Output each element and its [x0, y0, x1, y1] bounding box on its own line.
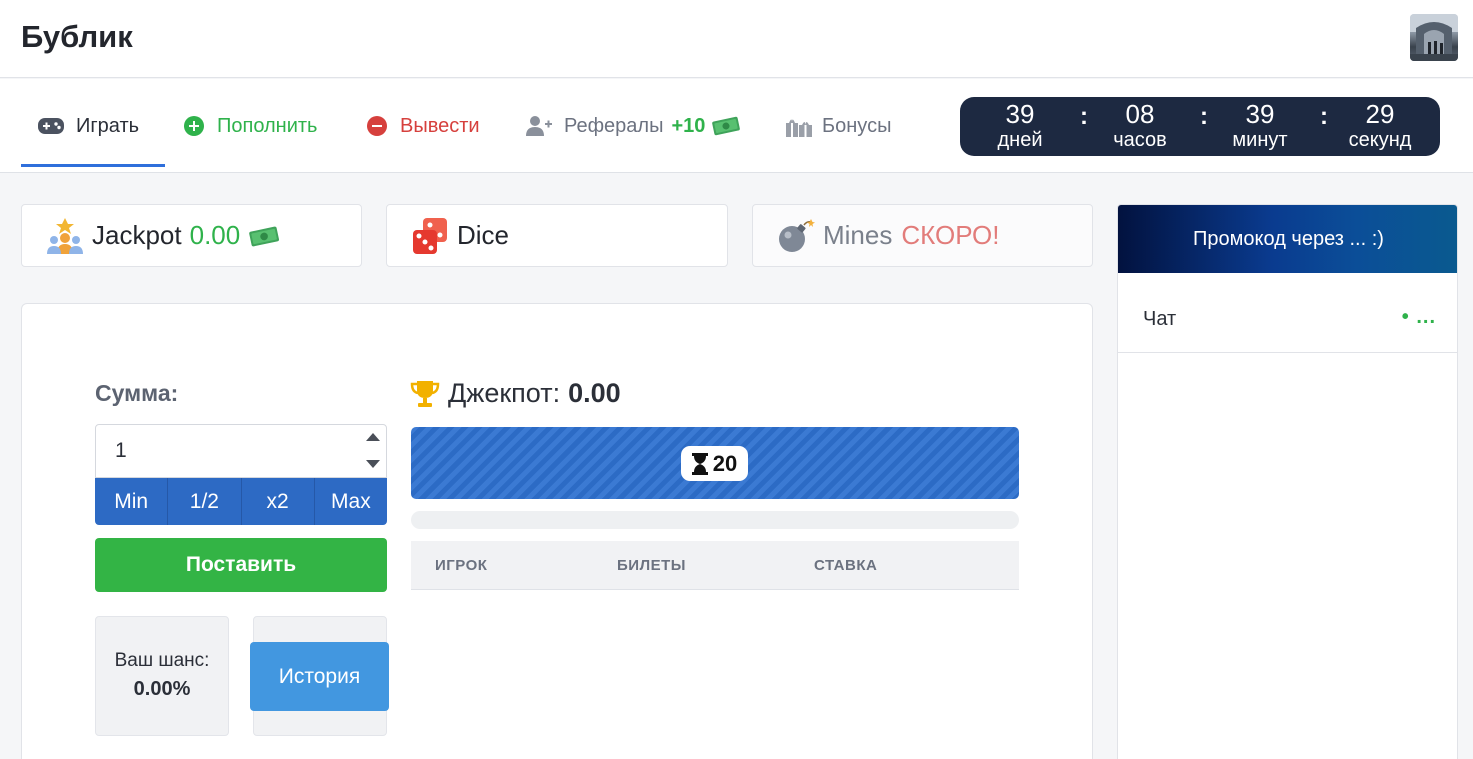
- win-chance-value: 0.00%: [133, 678, 191, 700]
- game-tab-jackpot[interactable]: Jackpot 0.00: [21, 204, 362, 267]
- half-button[interactable]: 1/2: [168, 478, 242, 525]
- column-bet: СТАВКА: [814, 557, 878, 574]
- countdown-separator: :: [1320, 103, 1328, 130]
- seconds-value: 29: [1365, 99, 1395, 129]
- round-timer-value: 20: [712, 450, 738, 476]
- money-icon: [248, 223, 280, 249]
- referral-bonus-badge: +10: [671, 114, 706, 137]
- jackpot-icon: [46, 217, 84, 254]
- nav-label-referrals: Рефералы: [564, 114, 664, 137]
- top-bar: Бублик: [0, 0, 1473, 78]
- nav-label-play: Играть: [76, 114, 140, 137]
- round-progress-bar: [411, 511, 1019, 529]
- gifts-icon: [786, 115, 812, 137]
- quick-amount-group: Min 1/2 x2 Max: [95, 478, 387, 525]
- chat-header: Чат • ...: [1118, 273, 1457, 353]
- minutes-value: 39: [1245, 99, 1275, 129]
- brand-title[interactable]: Бублик: [21, 19, 133, 55]
- countdown-days: 39 дней: [970, 100, 1070, 152]
- nav-label-withdraw: Вывести: [400, 114, 480, 137]
- countdown-hours: 08 часов: [1090, 100, 1190, 152]
- win-chance-box: Ваш шанс: 0.00%: [95, 616, 229, 736]
- nav-item-withdraw[interactable]: Вывести: [366, 79, 480, 173]
- countdown-separator: :: [1080, 103, 1088, 130]
- hourglass-icon: [691, 452, 708, 475]
- minus-circle-icon: [366, 115, 388, 137]
- dice-icon: [411, 217, 449, 255]
- jackpot-title: Джекпот: 0.00: [410, 378, 621, 409]
- promo-banner[interactable]: Промокод через ... :): [1118, 205, 1457, 273]
- game-tab-jackpot-value: 0.00: [189, 220, 241, 250]
- nav-item-referrals[interactable]: Рефералы +10: [526, 79, 741, 173]
- game-tab-mines-label: Mines: [823, 220, 893, 250]
- column-tickets: БИЛЕТЫ: [617, 557, 686, 574]
- bomb-icon: [777, 218, 815, 253]
- plus-circle-icon: [183, 115, 205, 137]
- seconds-label: секунд: [1348, 129, 1412, 151]
- nav-item-play[interactable]: Играть: [38, 79, 139, 173]
- double-button[interactable]: x2: [242, 478, 315, 525]
- players-table-header: ИГРОК БИЛЕТЫ СТАВКА: [411, 541, 1019, 590]
- game-tab-jackpot-label: Jackpot: [92, 220, 182, 250]
- win-chance-label: Ваш шанс:: [114, 650, 210, 671]
- gamepad-icon: [38, 118, 64, 134]
- nav-label-bonuses: Бонусы: [822, 114, 892, 137]
- game-tab-mines-badge: СКОРО!: [901, 220, 1000, 250]
- jackpot-title-label: Джекпот:: [448, 378, 561, 408]
- chat-title: Чат: [1143, 308, 1177, 330]
- nav-item-deposit[interactable]: Пополнить: [183, 79, 317, 173]
- round-timer: 20: [681, 446, 748, 481]
- minutes-label: минут: [1232, 129, 1288, 151]
- countdown-seconds: 29 секунд: [1330, 100, 1430, 152]
- nav-active-indicator: [21, 164, 165, 167]
- jackpot-amount: 0.00: [568, 378, 621, 408]
- sum-label: Сумма:: [95, 380, 179, 406]
- chat-online-status: • ...: [1401, 306, 1436, 328]
- countdown-minutes: 39 минут: [1210, 100, 1310, 152]
- history-button[interactable]: История: [250, 642, 389, 711]
- right-sidebar: Промокод через ... :) Чат • ...: [1117, 204, 1458, 759]
- game-tab-dice-label: Dice: [457, 220, 510, 250]
- nav-label-deposit: Пополнить: [217, 114, 318, 137]
- user-plus-icon: [526, 115, 552, 137]
- countdown-separator: :: [1200, 103, 1208, 130]
- sum-input[interactable]: [95, 424, 387, 478]
- sum-stepper[interactable]: [364, 430, 382, 472]
- days-value: 39: [1005, 99, 1035, 129]
- nav-item-bonuses[interactable]: Бонусы: [786, 79, 891, 173]
- nav-bar: Играть Пополнить Вывести Рефералы +10 Бо…: [0, 79, 1473, 173]
- hours-value: 08: [1125, 99, 1155, 129]
- min-button[interactable]: Min: [95, 478, 169, 525]
- game-tab-dice[interactable]: Dice: [386, 204, 728, 267]
- game-tab-mines[interactable]: Mines СКОРО!: [752, 204, 1093, 267]
- countdown-timer: 39 дней : 08 часов : 39 минут : 29 секун…: [960, 97, 1440, 156]
- avatar[interactable]: [1410, 14, 1458, 61]
- max-button[interactable]: Max: [315, 478, 387, 525]
- money-icon: [711, 114, 741, 138]
- place-bet-button[interactable]: Поставить: [95, 538, 387, 592]
- column-player: ИГРОК: [435, 557, 488, 574]
- hours-label: часов: [1113, 129, 1167, 151]
- trophy-icon: [410, 380, 440, 408]
- days-label: дней: [997, 129, 1043, 151]
